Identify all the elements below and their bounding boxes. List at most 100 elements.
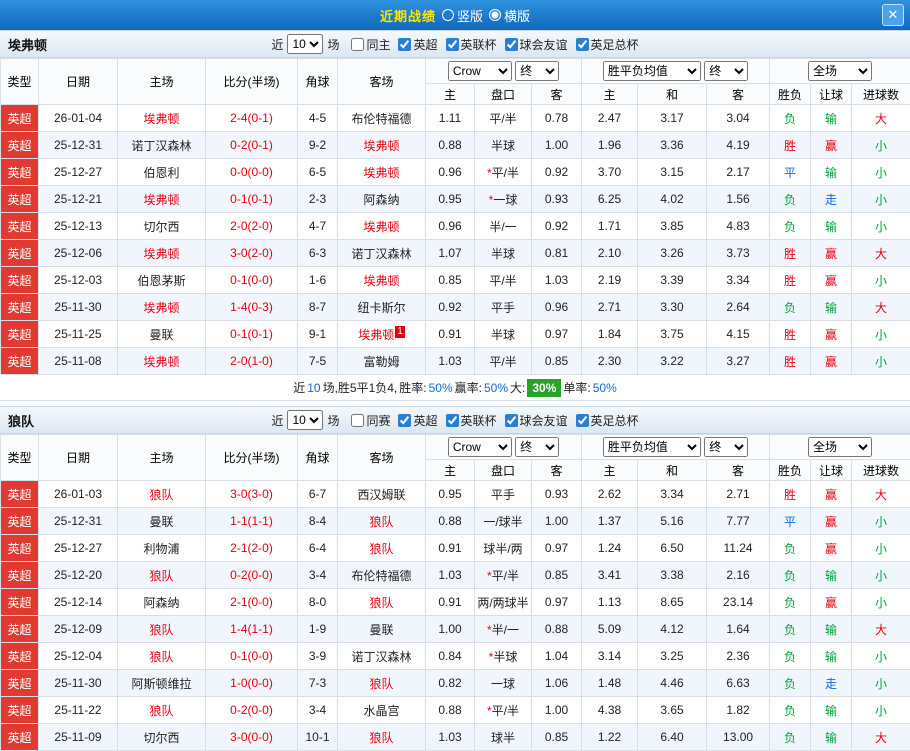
goals-cell: 小 — [851, 212, 910, 240]
date-cell: 25-11-30 — [38, 293, 118, 321]
filter-option[interactable]: 英足总杯 — [575, 36, 639, 53]
handicap-result-cell: 赢 — [810, 266, 853, 294]
corner-cell: 7-5 — [297, 347, 338, 375]
euro-away-odds-cell: 3.34 — [706, 266, 771, 294]
team-name: 狼队 — [149, 568, 174, 583]
layout-horizontal-option[interactable]: 横版 — [489, 6, 530, 25]
bookmaker-select[interactable]: Crow — [447, 437, 512, 457]
goals-cell: 大 — [851, 723, 910, 751]
score-cell: 0-1(0-0) — [205, 266, 298, 294]
euro-time-select[interactable]: 终 — [704, 61, 749, 81]
summary-text: 单率: — [563, 381, 591, 395]
goals-cell: 大 — [851, 293, 910, 321]
away-team-cell: 埃弗顿 — [337, 266, 426, 294]
summary-text: 50% — [592, 380, 617, 395]
euro-time-select[interactable]: 终 — [704, 437, 749, 457]
away-team-cell: 纽卡斯尔 — [337, 293, 426, 321]
home-team-cell: 埃弗顿 — [117, 185, 206, 213]
filter-option[interactable]: 同主 — [351, 36, 390, 53]
asian-away-odds-cell: 0.96 — [530, 293, 583, 321]
scope-select[interactable]: 全场 — [808, 61, 873, 81]
asian-away-odds-cell: 1.06 — [530, 669, 583, 697]
filter-option[interactable]: 英超 — [398, 36, 438, 53]
date-cell: 25-12-04 — [38, 642, 118, 670]
asian-home-odds-cell: 0.96 — [425, 212, 475, 240]
euro-away-odds-cell: 2.71 — [706, 480, 771, 508]
filter-checkbox[interactable] — [398, 37, 412, 51]
corner-cell: 4-5 — [297, 104, 338, 132]
handicap-result-cell: 赢 — [810, 347, 853, 375]
col-away: 客场 — [337, 434, 426, 481]
date-cell: 25-12-20 — [38, 561, 118, 589]
goals-cell: 小 — [851, 347, 910, 375]
col-euro-away: 客 — [706, 83, 771, 105]
euro-home-odds-cell: 2.10 — [581, 239, 639, 267]
date-cell: 25-12-06 — [38, 239, 118, 267]
filter-checkbox[interactable] — [575, 413, 589, 427]
filter-option-label: 球会友谊 — [519, 413, 568, 428]
filter-checkbox[interactable] — [504, 37, 518, 51]
results-table: 类型 日期 主场 比分(半场) 角球 客场 Crow 终 胜平负均值 终 全场 — [0, 434, 910, 751]
filter-checkbox[interactable] — [351, 37, 365, 51]
asian-away-odds-cell: 0.93 — [530, 480, 583, 508]
filter-option[interactable]: 球会友谊 — [504, 412, 568, 429]
score-cell: 0-0(0-0) — [205, 158, 298, 186]
asian-time-select[interactable]: 终 — [515, 61, 560, 81]
date-cell: 25-12-14 — [38, 588, 118, 616]
result-cell: 负 — [769, 642, 812, 670]
layout-vertical-option[interactable]: 竖版 — [441, 6, 483, 25]
euro-avg-select[interactable]: 胜平负均值 — [602, 437, 701, 457]
asian-home-odds-cell: 0.92 — [425, 293, 475, 321]
asian-home-odds-cell: 1.00 — [425, 615, 475, 643]
results-tbody: 英超 26-01-03 狼队 3-0(3-0) 6-7 西汉姆联 0.95 平手 0.93 2.6… — [0, 480, 910, 751]
filter-option[interactable]: 英联杯 — [445, 412, 497, 429]
euro-draw-odds-cell: 3.38 — [637, 561, 708, 589]
recent-count-select[interactable]: 10 — [287, 410, 324, 430]
corner-cell: 1-9 — [297, 615, 338, 643]
matches-label: 场 — [327, 37, 340, 52]
asian-home-odds-cell: 0.85 — [425, 266, 475, 294]
result-cell: 负 — [769, 534, 812, 562]
filter-checkbox[interactable] — [575, 37, 589, 51]
handicap-cell: 球半/两 — [474, 534, 532, 562]
team-name: 狼队 — [149, 487, 174, 502]
score-cell: 2-1(2-0) — [205, 534, 298, 562]
score-cell: 1-0(0-0) — [205, 669, 298, 697]
filter-checkbox[interactable] — [445, 37, 459, 51]
handicap-cell: 一球 — [474, 669, 532, 697]
team-name: 埃弗顿 — [143, 192, 180, 207]
away-team-cell: 富勒姆 — [337, 347, 426, 375]
filter-checkbox[interactable] — [445, 413, 459, 427]
layout-horizontal-label: 横版 — [504, 8, 531, 24]
date-cell: 25-12-31 — [38, 131, 118, 159]
team-name: 狼队 — [369, 514, 394, 529]
away-team-cell: 水晶宫 — [337, 696, 426, 724]
goals-cell: 小 — [851, 696, 910, 724]
summary-text: 场,胜5平1负4, — [322, 381, 398, 395]
filter-checkbox[interactable] — [351, 413, 365, 427]
filter-option[interactable]: 英超 — [398, 412, 438, 429]
match-row: 英超 25-11-22 狼队 0-2(0-0) 3-4 水晶宫 0.88 *平/半 1.00 4.… — [0, 696, 910, 724]
filter-checkbox[interactable] — [398, 413, 412, 427]
close-icon[interactable]: ✕ — [882, 4, 904, 26]
filter-option[interactable]: 同赛 — [351, 412, 390, 429]
scope-select[interactable]: 全场 — [808, 437, 873, 457]
recent-count-select[interactable]: 10 — [287, 34, 324, 54]
date-cell: 25-12-03 — [38, 266, 118, 294]
home-team-cell: 伯恩利 — [117, 158, 206, 186]
euro-draw-odds-cell: 4.12 — [637, 615, 708, 643]
filter-option[interactable]: 英足总杯 — [575, 412, 639, 429]
layout-horizontal-radio[interactable] — [489, 9, 501, 21]
layout-vertical-radio[interactable] — [441, 9, 454, 21]
bookmaker-select[interactable]: Crow — [447, 61, 512, 81]
euro-draw-odds-cell: 8.65 — [637, 588, 708, 616]
score-cell: 1-4(1-1) — [205, 615, 298, 643]
col-handicap: 盘口 — [474, 83, 532, 105]
filter-option[interactable]: 英联杯 — [445, 36, 497, 53]
asian-away-odds-cell: 0.78 — [530, 104, 583, 132]
euro-avg-select[interactable]: 胜平负均值 — [602, 61, 701, 81]
filter-checkbox[interactable] — [504, 413, 518, 427]
filter-option[interactable]: 球会友谊 — [504, 36, 568, 53]
asian-time-select[interactable]: 终 — [515, 437, 560, 457]
league-cell: 英超 — [0, 723, 39, 751]
